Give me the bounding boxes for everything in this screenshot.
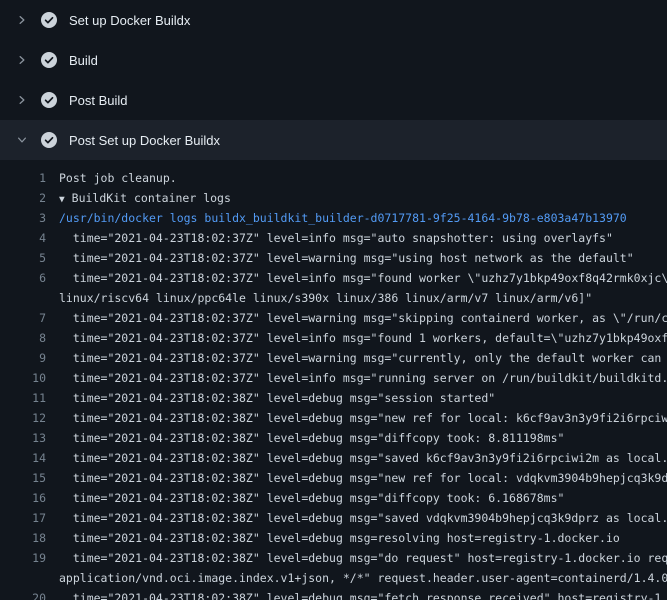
line-text: linux/riscv64 linux/ppc64le linux/s390x … bbox=[46, 288, 592, 308]
log-line: 19 time="2021-04-23T18:02:38Z" level=deb… bbox=[0, 548, 667, 568]
line-number[interactable]: 5 bbox=[0, 248, 46, 268]
line-number[interactable]: 8 bbox=[0, 328, 46, 348]
step-list: Set up Docker Buildx Build Post Build bbox=[0, 0, 667, 160]
chevron-right-icon[interactable] bbox=[15, 53, 29, 67]
line-text: time="2021-04-23T18:02:37Z" level=warnin… bbox=[46, 308, 667, 328]
log-line: 20 time="2021-04-23T18:02:38Z" level=deb… bbox=[0, 588, 667, 600]
chevron-right-icon[interactable] bbox=[15, 13, 29, 27]
log-line: 1 Post job cleanup. bbox=[0, 168, 667, 188]
command-line-text: /usr/bin/docker logs buildx_buildkit_bui… bbox=[46, 208, 627, 228]
line-number bbox=[0, 568, 46, 588]
line-number[interactable]: 12 bbox=[0, 408, 46, 428]
line-number[interactable]: 20 bbox=[0, 588, 46, 600]
log-line-continuation: linux/riscv64 linux/ppc64le linux/s390x … bbox=[0, 288, 667, 308]
log-line: 3 /usr/bin/docker logs buildx_buildkit_b… bbox=[0, 208, 667, 228]
line-text: time="2021-04-23T18:02:37Z" level=warnin… bbox=[46, 348, 667, 368]
log-line: 16 time="2021-04-23T18:02:38Z" level=deb… bbox=[0, 488, 667, 508]
line-number[interactable]: 11 bbox=[0, 388, 46, 408]
log-line: 4 time="2021-04-23T18:02:37Z" level=info… bbox=[0, 228, 667, 248]
log-line-continuation: application/vnd.oci.image.index.v1+json,… bbox=[0, 568, 667, 588]
chevron-right-icon[interactable] bbox=[15, 93, 29, 107]
actions-log-viewer: Set up Docker Buildx Build Post Build bbox=[0, 0, 667, 600]
line-number[interactable]: 2 bbox=[0, 188, 46, 208]
check-circle-icon bbox=[41, 92, 57, 108]
line-text: time="2021-04-23T18:02:37Z" level=info m… bbox=[46, 368, 667, 388]
log-line: 2 ▼ BuildKit container logs bbox=[0, 188, 667, 208]
log-line: 9 time="2021-04-23T18:02:37Z" level=warn… bbox=[0, 348, 667, 368]
line-number[interactable]: 14 bbox=[0, 448, 46, 468]
line-number[interactable]: 13 bbox=[0, 428, 46, 448]
group-title[interactable]: BuildKit container logs bbox=[65, 191, 231, 205]
step-title: Post Set up Docker Buildx bbox=[69, 133, 220, 148]
log-line: 7 time="2021-04-23T18:02:37Z" level=warn… bbox=[0, 308, 667, 328]
step-header-set-up-docker-buildx[interactable]: Set up Docker Buildx bbox=[0, 0, 667, 40]
log-line: 14 time="2021-04-23T18:02:38Z" level=deb… bbox=[0, 448, 667, 468]
step-header-post-build[interactable]: Post Build bbox=[0, 80, 667, 120]
line-text: time="2021-04-23T18:02:37Z" level=info m… bbox=[46, 328, 667, 348]
check-circle-icon bbox=[41, 52, 57, 68]
line-text: time="2021-04-23T18:02:38Z" level=debug … bbox=[46, 448, 667, 468]
line-text: Post job cleanup. bbox=[46, 168, 177, 188]
line-text: time="2021-04-23T18:02:38Z" level=debug … bbox=[46, 508, 667, 528]
step-title: Post Build bbox=[69, 93, 128, 108]
line-text: time="2021-04-23T18:02:38Z" level=debug … bbox=[46, 408, 667, 428]
log-line: 17 time="2021-04-23T18:02:38Z" level=deb… bbox=[0, 508, 667, 528]
log-line: 10 time="2021-04-23T18:02:37Z" level=inf… bbox=[0, 368, 667, 388]
step-title: Set up Docker Buildx bbox=[69, 13, 190, 28]
step-header-build[interactable]: Build bbox=[0, 40, 667, 80]
line-text: time="2021-04-23T18:02:38Z" level=debug … bbox=[46, 388, 495, 408]
line-number[interactable]: 18 bbox=[0, 528, 46, 548]
line-text: time="2021-04-23T18:02:38Z" level=debug … bbox=[46, 428, 564, 448]
line-number[interactable]: 4 bbox=[0, 228, 46, 248]
log-lines[interactable]: 1 Post job cleanup. 2 ▼ BuildKit contain… bbox=[0, 160, 667, 600]
step-title: Build bbox=[69, 53, 98, 68]
line-number[interactable]: 17 bbox=[0, 508, 46, 528]
line-text: time="2021-04-23T18:02:38Z" level=debug … bbox=[46, 488, 564, 508]
line-text: time="2021-04-23T18:02:37Z" level=info m… bbox=[46, 268, 667, 288]
log-line: 12 time="2021-04-23T18:02:38Z" level=deb… bbox=[0, 408, 667, 428]
log-line: 8 time="2021-04-23T18:02:37Z" level=info… bbox=[0, 328, 667, 348]
line-number[interactable]: 15 bbox=[0, 468, 46, 488]
line-text[interactable]: ▼ BuildKit container logs bbox=[46, 188, 231, 208]
log-line: 13 time="2021-04-23T18:02:38Z" level=deb… bbox=[0, 428, 667, 448]
line-text: time="2021-04-23T18:02:37Z" level=warnin… bbox=[46, 248, 634, 268]
line-text: time="2021-04-23T18:02:38Z" level=debug … bbox=[46, 548, 667, 568]
line-number bbox=[0, 288, 46, 308]
step-header-post-set-up-docker-buildx[interactable]: Post Set up Docker Buildx bbox=[0, 120, 667, 160]
check-circle-icon bbox=[41, 12, 57, 28]
line-number[interactable]: 16 bbox=[0, 488, 46, 508]
line-number[interactable]: 6 bbox=[0, 268, 46, 288]
line-text: time="2021-04-23T18:02:38Z" level=debug … bbox=[46, 468, 667, 488]
log-line: 5 time="2021-04-23T18:02:37Z" level=warn… bbox=[0, 248, 667, 268]
line-text: time="2021-04-23T18:02:37Z" level=info m… bbox=[46, 228, 613, 248]
line-number[interactable]: 1 bbox=[0, 168, 46, 188]
chevron-down-icon[interactable] bbox=[15, 133, 29, 147]
line-number[interactable]: 9 bbox=[0, 348, 46, 368]
line-number[interactable]: 19 bbox=[0, 548, 46, 568]
log-line: 18 time="2021-04-23T18:02:38Z" level=deb… bbox=[0, 528, 667, 548]
log-line: 15 time="2021-04-23T18:02:38Z" level=deb… bbox=[0, 468, 667, 488]
line-text: application/vnd.oci.image.index.v1+json,… bbox=[46, 568, 667, 588]
line-number[interactable]: 3 bbox=[0, 208, 46, 228]
check-circle-icon bbox=[41, 132, 57, 148]
line-number[interactable]: 7 bbox=[0, 308, 46, 328]
log-line: 11 time="2021-04-23T18:02:38Z" level=deb… bbox=[0, 388, 667, 408]
line-text: time="2021-04-23T18:02:38Z" level=debug … bbox=[46, 588, 667, 600]
log-line: 6 time="2021-04-23T18:02:37Z" level=info… bbox=[0, 268, 667, 288]
line-number[interactable]: 10 bbox=[0, 368, 46, 388]
line-text: time="2021-04-23T18:02:38Z" level=debug … bbox=[46, 528, 620, 548]
